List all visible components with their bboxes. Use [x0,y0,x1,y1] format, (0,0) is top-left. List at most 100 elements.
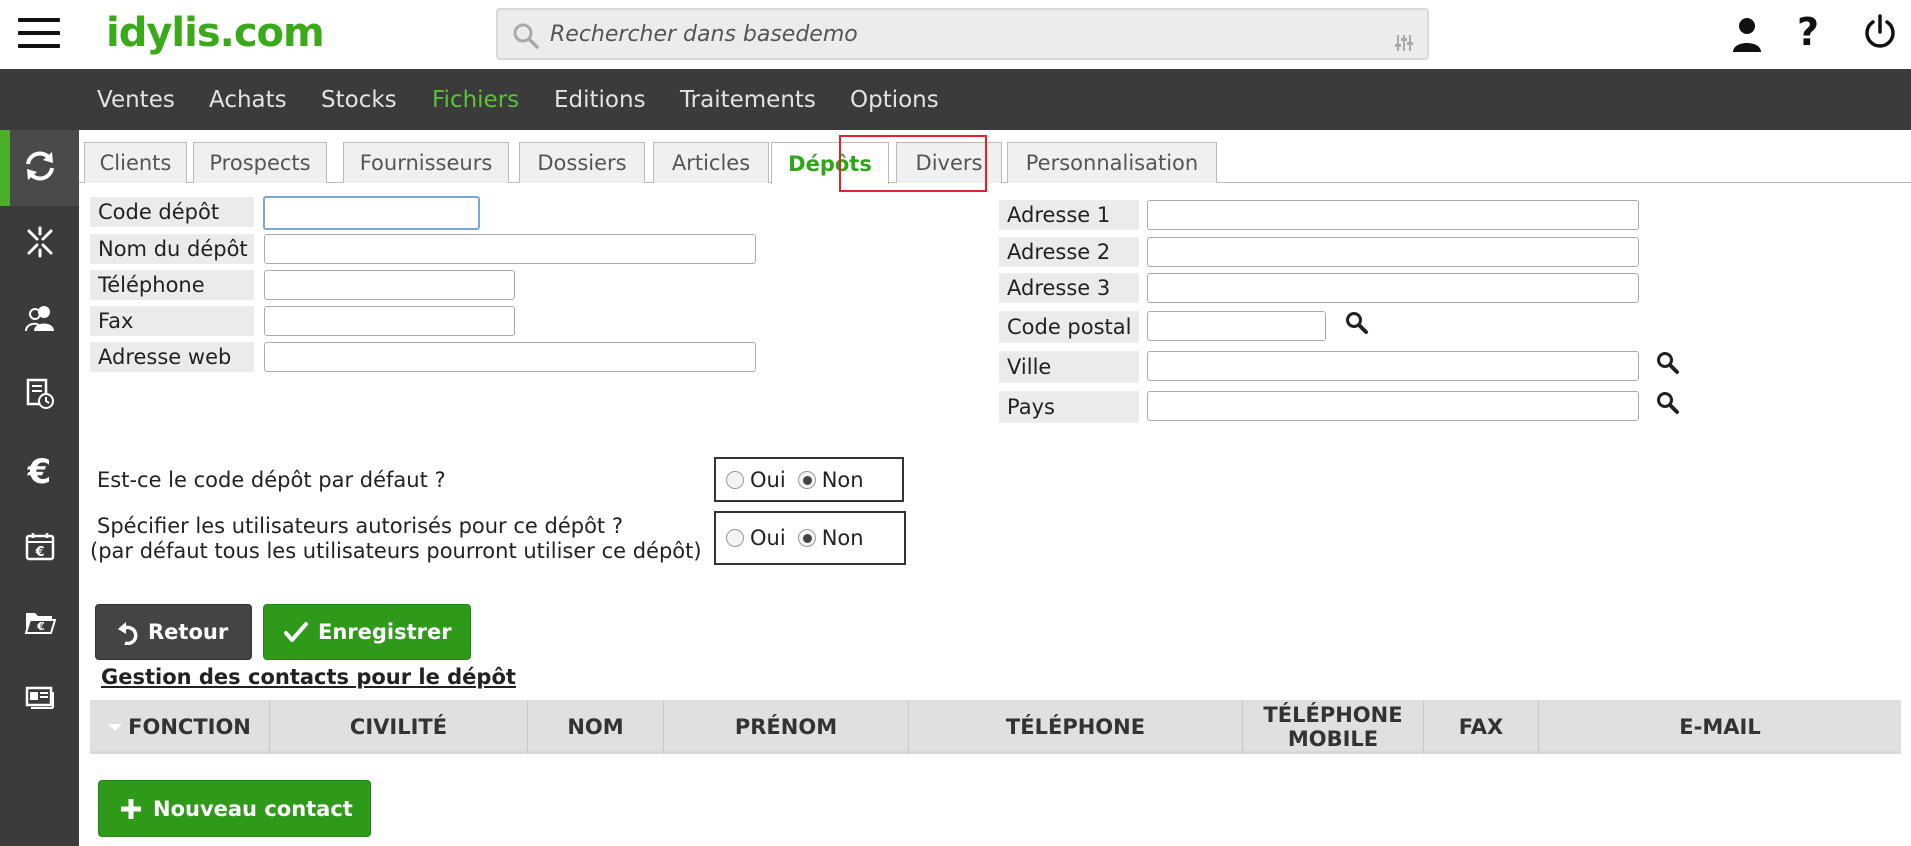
pays-search-icon[interactable] [1656,391,1680,419]
nav-achats[interactable]: Achats [209,87,287,113]
top-bar: idylis.com ? [0,0,1911,69]
column-telephone-mobile[interactable]: TÉLÉPHONE MOBILE [1243,700,1424,754]
sub-tabs: Clients Prospects Fournisseurs Dossiers … [79,130,1911,192]
column-fonction-label: FONCTION [128,715,251,739]
column-fonction[interactable]: FONCTION [90,700,270,754]
search-bar [496,8,1429,60]
tab-divers[interactable]: Divers [896,142,1002,183]
hamburger-menu-icon[interactable] [18,18,60,50]
tab-depots[interactable]: Dépôts [771,142,889,184]
fax-label: Fax [90,306,254,336]
users-question-note: (par défaut tous les utilisateurs pourro… [90,539,702,563]
sidebar-item-history[interactable] [0,358,79,434]
search-input[interactable] [550,18,1370,50]
sync-icon [23,149,57,187]
nouveau-contact-button[interactable]: Nouveau contact [98,780,371,837]
code-postal-search-icon[interactable] [1345,311,1369,339]
back-arrow-icon [116,619,138,645]
nom-depot-input[interactable] [264,234,756,264]
sidebar-item-folders[interactable]: € [0,586,79,662]
nom-depot-label: Nom du dépôt [90,234,254,264]
adresse-web-input[interactable] [264,342,756,372]
ville-search-icon[interactable] [1656,351,1680,379]
ville-input[interactable] [1147,351,1639,381]
column-nom[interactable]: NOM [528,700,664,754]
default-depot-non-label: Non [821,467,864,492]
calendar-euro-icon: € [25,531,55,565]
adresse1-label: Adresse 1 [999,200,1139,230]
code-postal-label: Code postal [999,311,1139,343]
default-depot-question: Est-ce le code dépôt par défaut ? [97,468,446,492]
default-depot-radio-group: Oui Non [714,457,904,502]
users-oui-radio[interactable] [726,529,744,547]
tab-articles[interactable]: Articles [653,142,769,183]
ville-label: Ville [999,351,1139,383]
filter-settings-icon[interactable] [1395,34,1413,56]
column-telephone[interactable]: TÉLÉPHONE [909,700,1243,754]
users-non-label: Non [821,526,864,550]
contacts-table-header: FONCTION CIVILITÉ NOM PRÉNOM TÉLÉPHONE T… [90,700,1901,754]
adresse1-input[interactable] [1147,200,1639,230]
power-icon[interactable] [1862,14,1898,56]
adresse2-input[interactable] [1147,237,1639,267]
tab-clients[interactable]: Clients [84,142,187,183]
id-card-icon [25,686,55,714]
document-clock-icon [26,378,54,414]
sidebar-item-contacts[interactable] [0,282,79,358]
sidebar-item-sync[interactable] [0,130,79,206]
users-icon [24,304,56,336]
users-radio-group: Oui Non [714,511,906,565]
nav-fichiers[interactable]: Fichiers [432,87,519,113]
default-depot-oui-label: Oui [750,467,786,492]
user-icon[interactable] [1730,14,1764,58]
users-non-radio[interactable] [797,529,816,547]
retour-button[interactable]: Retour [95,604,252,660]
code-postal-input[interactable] [1147,311,1326,341]
adresse3-label: Adresse 3 [999,273,1139,303]
nav-options[interactable]: Options [850,87,939,113]
search-icon[interactable] [512,22,540,54]
sidebar-item-finance[interactable]: € [0,434,79,510]
users-question: Spécifier les utilisateurs autorisés pou… [97,514,623,538]
nav-ventes[interactable]: Ventes [97,87,175,113]
tab-fournisseurs[interactable]: Fournisseurs [343,142,509,183]
nav-traitements[interactable]: Traitements [680,87,816,113]
adresse-web-label: Adresse web [90,342,254,372]
help-icon[interactable]: ? [1797,10,1819,54]
tab-personnalisation[interactable]: Personnalisation [1007,142,1217,183]
default-depot-oui-radio[interactable] [726,470,744,489]
column-fax[interactable]: FAX [1424,700,1539,754]
column-telephone-mobile-line2: MOBILE [1287,727,1379,751]
column-prenom[interactable]: PRÉNOM [664,700,909,754]
tab-prospects[interactable]: Prospects [193,142,327,183]
column-civilite[interactable]: CIVILITÉ [270,700,528,754]
fax-input[interactable] [264,306,515,336]
tab-dossiers[interactable]: Dossiers [519,142,645,183]
code-depot-input[interactable] [263,196,480,230]
contacts-management-link[interactable]: Gestion des contacts pour le dépôt [101,665,516,689]
column-email[interactable]: E-MAIL [1539,700,1901,754]
default-depot-non-radio[interactable] [797,470,816,489]
sidebar-item-calendar[interactable]: € [0,510,79,586]
pays-input[interactable] [1147,391,1639,421]
svg-text:€: € [36,620,45,633]
adresse2-label: Adresse 2 [999,237,1139,267]
folder-euro-icon: € [24,609,56,639]
logo[interactable]: idylis.com [106,10,325,56]
plus-icon [119,797,143,821]
adresse3-input[interactable] [1147,273,1639,303]
enregistrer-label: Enregistrer [318,620,452,644]
nouveau-contact-label: Nouveau contact [153,796,353,821]
nav-stocks[interactable]: Stocks [321,87,397,113]
telephone-input[interactable] [264,270,515,300]
sidebar-item-cards[interactable] [0,662,79,738]
column-telephone-mobile-line1: TÉLÉPHONE [1263,703,1403,727]
pays-label: Pays [999,391,1139,423]
retour-label: Retour [148,620,229,644]
users-oui-label: Oui [750,526,786,550]
enregistrer-button[interactable]: Enregistrer [263,604,471,660]
euro-icon: € [27,452,52,492]
sidebar-item-tools[interactable] [0,206,79,282]
nav-editions[interactable]: Editions [554,87,646,113]
telephone-label: Téléphone [90,270,254,300]
